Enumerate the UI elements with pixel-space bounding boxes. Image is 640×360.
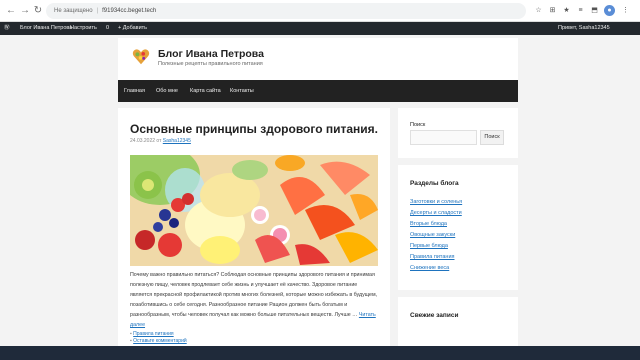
bookmark-star-icon[interactable]: ☆ xyxy=(533,5,544,16)
recent-posts-title: Свежие записи xyxy=(410,312,459,319)
wordpress-icon[interactable]: Ⓦ xyxy=(4,22,10,35)
vegetable-salad-illustration xyxy=(130,155,378,266)
profile-avatar-icon[interactable]: ● xyxy=(604,5,615,16)
post-author-link[interactable]: Sasha12345 xyxy=(163,138,191,144)
adminbar-add-new[interactable]: + Добавить xyxy=(118,22,147,35)
reload-icon[interactable]: ↻ xyxy=(31,4,45,18)
categories-widget: Разделы блога Заготовки и соленья Десерт… xyxy=(398,165,518,290)
site-logo-heart-icon[interactable] xyxy=(132,48,150,66)
site-tagline: Полезные рецепты правильного питания xyxy=(158,61,263,67)
forward-icon[interactable]: → xyxy=(18,4,32,18)
adminbar-comments-count[interactable]: 0 xyxy=(106,22,109,35)
post-excerpt-text: Почему важно правильно питаться? Соблюда… xyxy=(130,272,378,318)
nav-item-sitemap[interactable]: Карта сайта xyxy=(190,80,221,102)
wp-admin-bar: Ⓦ Блог Ивана Петрова Настроить 0 + Добав… xyxy=(0,22,640,35)
featured-image[interactable] xyxy=(130,155,378,266)
search-widget: Поиск Поиск xyxy=(398,108,518,158)
adminbar-customize[interactable]: Настроить xyxy=(70,22,97,35)
leave-comment-link[interactable]: Оставьте комментарий xyxy=(133,338,187,344)
reading-list-icon[interactable]: ≡ xyxy=(575,5,586,16)
category-link[interactable]: Правила питания xyxy=(410,254,455,260)
category-link[interactable]: Вторые блюда xyxy=(410,221,447,227)
search-button[interactable]: Поиск xyxy=(480,130,504,145)
recent-posts-widget: Свежие записи xyxy=(398,297,518,347)
url-text[interactable]: f91934cc.beget.tech xyxy=(102,8,156,14)
category-link[interactable]: Десерты и сладости xyxy=(410,210,462,216)
tab-split-icon[interactable]: ⬒ xyxy=(589,5,600,16)
adminbar-greeting[interactable]: Привет, Sasha12345 xyxy=(558,22,610,35)
category-link[interactable]: Заготовки и соленья xyxy=(410,199,462,205)
extension-grid-icon[interactable]: ⊞ xyxy=(547,5,558,16)
address-separator: | xyxy=(96,8,99,14)
adminbar-site-name[interactable]: Блог Ивана Петрова xyxy=(20,22,72,35)
search-input[interactable] xyxy=(410,130,477,145)
categories-title: Разделы блога xyxy=(410,180,459,187)
post-excerpt: Почему важно правильно питаться? Соблюда… xyxy=(130,270,380,330)
site-title[interactable]: Блог Ивана Петрова xyxy=(158,48,264,60)
post-comment-row: ▪ Оставьте комментарий xyxy=(130,338,187,345)
post-category-row: ▪ Правила питания xyxy=(130,331,187,338)
nav-item-contacts[interactable]: Контакты xyxy=(230,80,254,102)
taskbar xyxy=(0,346,640,360)
post-by: от xyxy=(156,138,162,144)
post-title[interactable]: Основные принципы здорового питания. xyxy=(130,122,378,136)
address-bar[interactable]: Не защищено | f91934cc.beget.tech xyxy=(46,3,526,19)
folder-icon: ▪ xyxy=(130,331,132,337)
back-icon[interactable]: ← xyxy=(4,4,18,18)
post-category-link[interactable]: Правила питания xyxy=(133,331,173,337)
browser-menu-icon[interactable]: ⋮ xyxy=(620,5,631,16)
security-status[interactable]: Не защищено xyxy=(54,8,93,14)
category-link[interactable]: Снижение веса xyxy=(410,265,449,271)
extension-star-icon[interactable]: ★ xyxy=(561,5,572,16)
post-meta: 24.03.2022 от Sasha12345 xyxy=(130,138,191,144)
browser-toolbar: ← → ↻ Не защищено | f91934cc.beget.tech ☆ … xyxy=(0,0,640,22)
nav-item-about[interactable]: Обо мне xyxy=(156,80,178,102)
category-link[interactable]: Овощные закуски xyxy=(410,232,455,238)
site-header: Блог Ивана Петрова Полезные рецепты прав… xyxy=(118,38,518,80)
comment-icon: ▪ xyxy=(130,338,132,344)
nav-item-home[interactable]: Главная xyxy=(124,80,145,102)
post-footer-meta: ▪ Правила питания ▪ Оставьте комментарий xyxy=(130,331,187,345)
search-label: Поиск xyxy=(410,122,426,128)
post-date[interactable]: 24.03.2022 xyxy=(130,138,155,144)
main-navigation: Главная Обо мне Карта сайта Контакты xyxy=(118,80,518,102)
category-link[interactable]: Первые блюда xyxy=(410,243,448,249)
post-article: Основные принципы здорового питания. 24.… xyxy=(118,108,390,360)
